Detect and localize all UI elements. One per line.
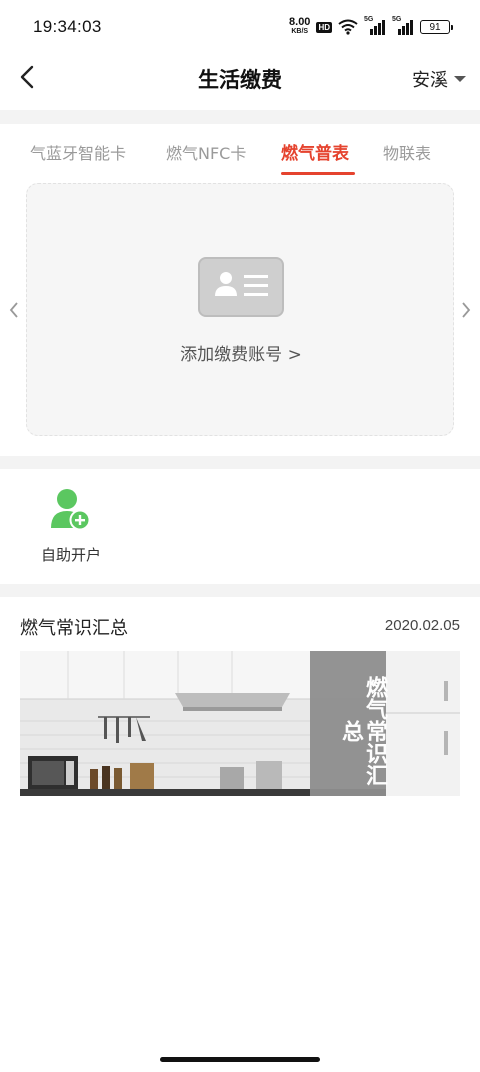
network-speed-unit: KB/S [291,28,309,35]
status-bar: 19:34:03 8.00 KB/S HD 5G 5G 91 [0,0,480,54]
active-tab-underline [281,172,355,175]
article-banner-image[interactable]: 燃气常识汇总 [20,651,460,796]
signal-icon-sim2: 5G [392,16,414,35]
wifi-icon [338,19,358,35]
home-indicator[interactable] [160,1057,320,1062]
dropdown-triangle-icon [454,76,466,82]
banner-caption-panel: 燃气常识汇总 [310,651,387,796]
city-selector[interactable]: 安溪 [412,66,466,92]
section-divider [0,584,480,597]
tab-bluetooth-card[interactable]: 气蓝牙智能卡 [30,140,126,164]
battery-level: 91 [429,21,441,33]
tab-nfc-card[interactable]: 燃气NFC卡 [166,140,246,164]
id-card-icon [198,257,284,317]
kitchen-illustration [20,651,460,796]
add-account-card[interactable]: 添加缴费账号 > [26,183,454,436]
add-account-label: 添加缴费账号 > [180,345,302,365]
tab-iot-meter[interactable]: 物联表 [383,140,431,164]
section-divider [0,456,480,469]
network-speed-value: 8.00 [289,16,311,28]
network-speed: 8.00 KB/S [289,16,311,36]
page-title: 生活缴费 [198,68,282,92]
status-icons: 8.00 KB/S HD 5G 5G 91 [289,16,453,38]
meter-type-tabs: 气蓝牙智能卡 燃气NFC卡 燃气普表 物联表 [0,124,480,180]
tab-ordinary-meter[interactable]: 燃气普表 [281,139,349,164]
article-title[interactable]: 燃气常识汇总 [20,614,128,640]
chevron-left-icon[interactable] [6,300,22,320]
section-divider [0,110,480,124]
status-time: 19:34:03 [33,17,102,36]
battery-icon: 91 [420,20,453,34]
chevron-right-icon[interactable] [458,300,474,320]
article-date: 2020.02.05 [384,617,460,634]
banner-caption-text: 燃气常识汇总 [338,675,387,786]
self-service-label: 自助开户 [40,546,101,564]
nav-bar: 生活缴费 安溪 [0,54,480,110]
hd-icon: HD [316,21,332,33]
city-label: 安溪 [412,70,448,91]
add-user-icon [51,489,90,531]
signal-icon-sim1: 5G [364,16,386,35]
self-service-account-button[interactable]: 自助开户 [36,486,106,570]
